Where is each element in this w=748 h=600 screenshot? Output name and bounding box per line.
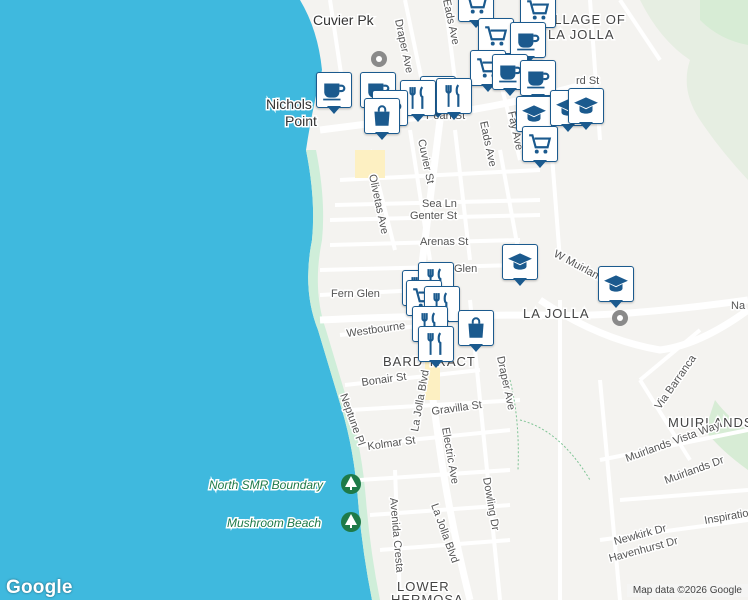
street-label-rd-st: rd St	[576, 75, 599, 87]
coffee-icon	[515, 27, 541, 53]
school-icon	[573, 93, 599, 119]
map-marker[interactable]	[418, 326, 454, 370]
place-label-cuvier-pk[interactable]: Cuvier Pk	[312, 11, 377, 30]
google-logo: Google	[6, 577, 73, 598]
place-label-point[interactable]: Point	[284, 112, 319, 131]
location-pin-icon[interactable]	[612, 310, 628, 326]
map-marker[interactable]	[436, 78, 472, 122]
poi-label-north-smr-boundary[interactable]: North SMR Boundary	[208, 477, 326, 494]
map-attribution[interactable]: Map data ©2026 Google	[626, 584, 748, 597]
map-marker[interactable]	[502, 244, 538, 288]
restaurant-icon	[405, 85, 431, 111]
location-pin-icon[interactable]	[371, 51, 387, 67]
coffee-icon	[321, 77, 347, 103]
poi-label-mushroom-beach[interactable]: Mushroom Beach	[226, 515, 323, 532]
map-marker[interactable]	[522, 126, 558, 170]
street-label-glen: Glen	[454, 263, 477, 275]
school-icon	[507, 249, 533, 275]
restaurant-icon	[423, 331, 449, 357]
place-label-nichols[interactable]: Nichols	[265, 95, 314, 114]
coffee-icon	[525, 65, 551, 91]
shopping-cart-icon	[525, 0, 551, 23]
street-label-na: Na	[731, 300, 746, 312]
street-label-arenas-st: Arenas St	[420, 236, 468, 248]
shopping-bag-icon	[369, 103, 395, 129]
shopping-cart-icon	[527, 131, 553, 157]
map-marker[interactable]	[568, 88, 604, 132]
school-icon	[521, 101, 547, 127]
tree-icon[interactable]	[341, 512, 361, 532]
street-label-fern-glen: Fern Glen	[331, 288, 380, 300]
map-marker[interactable]	[598, 266, 634, 310]
street-label-sea-ln: Sea Ln	[422, 198, 457, 210]
map-marker[interactable]	[316, 72, 352, 116]
street-label-genter-st: Genter St	[410, 210, 457, 222]
map-marker[interactable]	[458, 310, 494, 354]
map-marker[interactable]	[364, 98, 400, 142]
restaurant-icon	[441, 83, 467, 109]
area-label-la-jolla: LA JOLLA	[523, 306, 590, 321]
shopping-cart-icon	[483, 23, 509, 49]
area-label-hermosa: HERMOSA	[391, 592, 464, 600]
shopping-cart-icon	[463, 0, 489, 17]
tree-icon[interactable]	[341, 474, 361, 494]
area-label-la-jolla-top: LA JOLLA	[548, 27, 615, 42]
school-icon	[603, 271, 629, 297]
shopping-bag-icon	[463, 315, 489, 341]
